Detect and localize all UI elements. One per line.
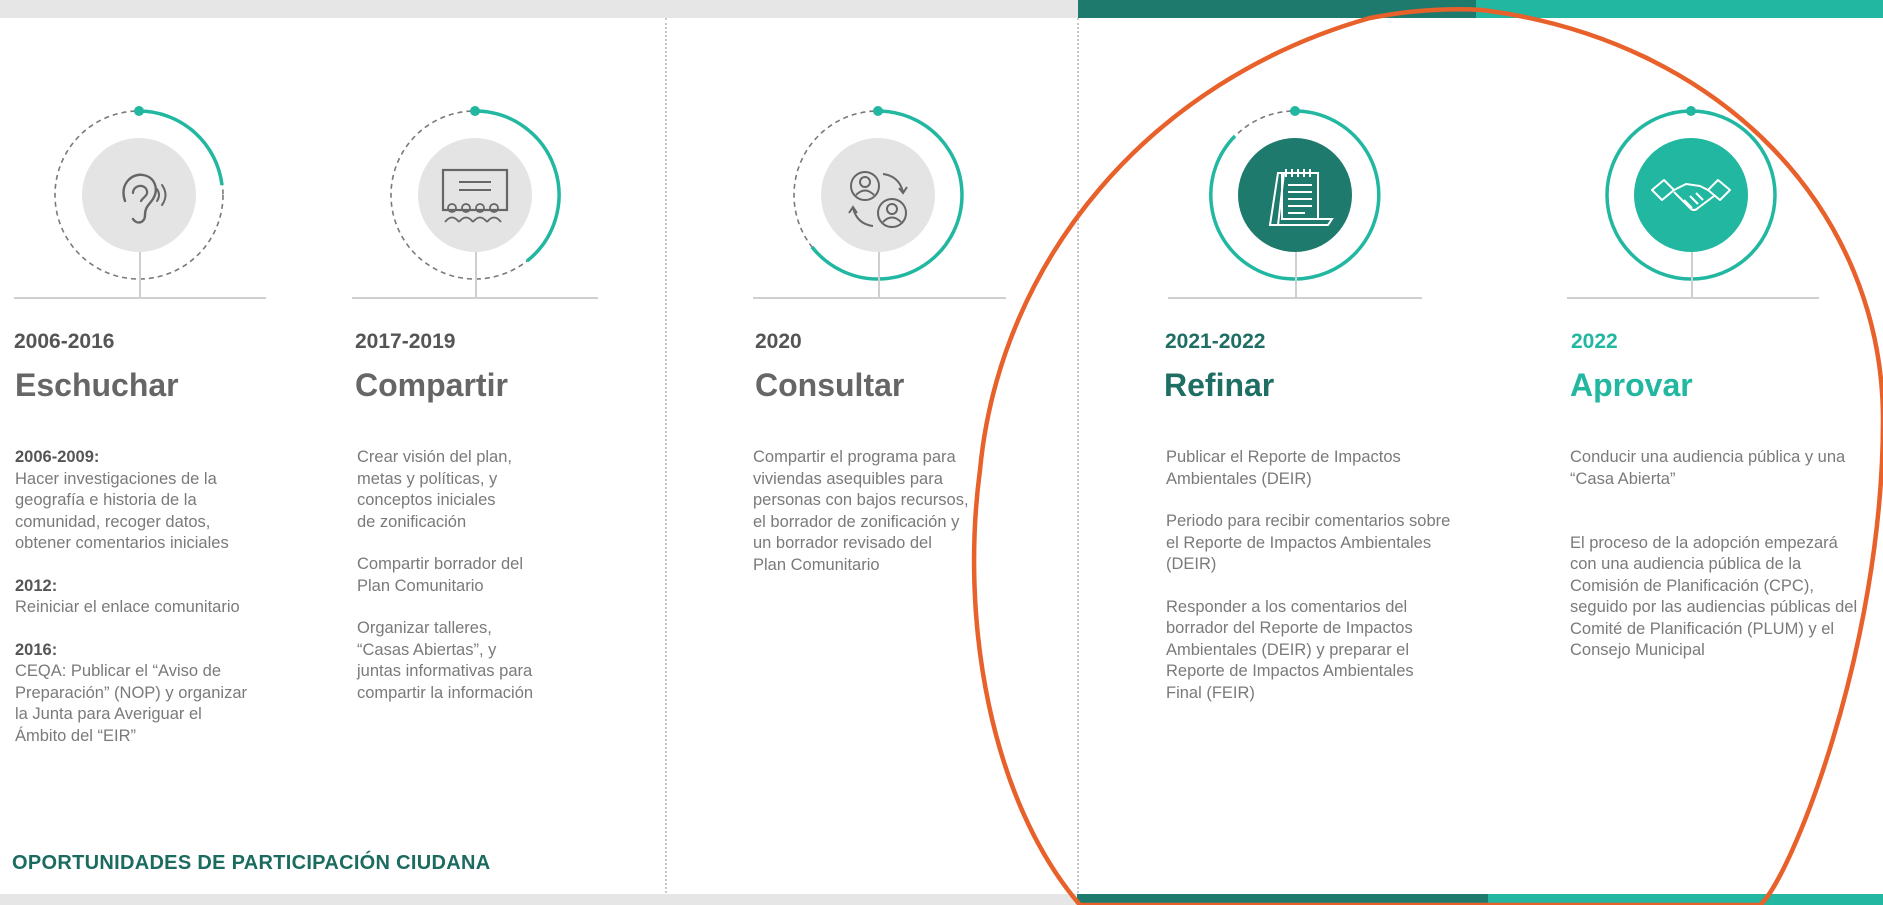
description-block: Crear visión del plan, metas y políticas… xyxy=(357,447,657,533)
bar-segment-light-teal xyxy=(1488,894,1883,905)
description-block: Responder a los comentarios del borrador… xyxy=(1166,597,1506,705)
people-exchange-icon xyxy=(848,171,908,228)
block-label: 2006-2009: xyxy=(15,448,100,466)
baseline-rule xyxy=(753,297,1006,299)
baseline-rule xyxy=(1567,297,1819,299)
block-text: Compartir borrador del Plan Comunitario xyxy=(357,555,523,595)
block-text: Reiniciar el enlace comunitario xyxy=(15,598,240,616)
bottom-progress-bar-graphic xyxy=(0,894,1883,905)
block-text: Conducir una audiencia pública y una “Ca… xyxy=(1570,448,1846,488)
block-text: Periodo para recibir comentarios sobre e… xyxy=(1166,512,1451,573)
baseline-rule xyxy=(352,297,598,299)
description-block: 2006-2009: Hacer investigaciones de la ge… xyxy=(15,447,325,555)
block-text: Hacer investigaciones de la geografía e … xyxy=(15,469,229,553)
ear-icon xyxy=(122,173,167,224)
stem-line xyxy=(139,252,141,298)
description-block: Organizar talleres, “Casas Abiertas”, y … xyxy=(357,618,657,704)
presentation-audience-icon xyxy=(441,168,509,223)
stage-years: 2021-2022 xyxy=(1165,330,1266,353)
column-divider xyxy=(1077,18,1079,893)
column-divider xyxy=(665,18,667,893)
stem-line xyxy=(1691,252,1693,298)
stage-description: Compartir el programa para viviendas ase… xyxy=(753,447,1073,597)
description-block: Compartir borrador del Plan Comunitario xyxy=(357,554,657,597)
description-block: Periodo para recibir comentarios sobre e… xyxy=(1166,511,1506,576)
stage-years: 2022 xyxy=(1571,330,1618,353)
block-text: CEQA: Publicar el “Aviso de Preparación”… xyxy=(15,662,247,745)
stem-line xyxy=(475,252,477,298)
bottom-progress-bar xyxy=(0,893,1883,905)
bar-segment-gray xyxy=(0,894,1077,905)
stage-description: Conducir una audiencia pública y una “Ca… xyxy=(1570,447,1880,683)
description-block: 2016: CEQA: Publicar el “Aviso de Prepara… xyxy=(15,640,325,748)
stage-description: Publicar el Reporte de Impactos Ambienta… xyxy=(1166,447,1506,725)
block-text: Organizar talleres, “Casas Abiertas”, y … xyxy=(357,619,534,702)
stage-description: 2006-2009: Hacer investigaciones de la ge… xyxy=(15,447,325,768)
bar-segment-dark-teal xyxy=(1078,0,1476,18)
block-text: Crear visión del plan, metas y políticas… xyxy=(357,448,512,531)
bar-segment-gray xyxy=(0,0,1078,18)
description-block: Compartir el programa para viviendas ase… xyxy=(753,447,1073,576)
stage-title: Compartir xyxy=(355,367,508,403)
description-block: Publicar el Reporte de Impactos Ambienta… xyxy=(1166,447,1506,490)
stage-title: Consultar xyxy=(755,367,905,403)
block-text: El proceso de la adopción empezará con u… xyxy=(1570,533,1858,660)
stage-title: Eschuchar xyxy=(15,367,179,403)
stage-title: Refinar xyxy=(1164,367,1275,403)
top-progress-bar xyxy=(0,0,1883,18)
stage-title: Aprovar xyxy=(1570,367,1693,403)
baseline-rule xyxy=(14,297,266,299)
document-notepad-icon xyxy=(1268,169,1334,226)
stage-years: 2006-2016 xyxy=(14,330,115,353)
top-progress-bar-graphic xyxy=(0,0,1883,18)
description-block: El proceso de la adopción empezará con u… xyxy=(1570,511,1880,662)
handshake-icon xyxy=(1651,179,1731,211)
block-label: 2012: xyxy=(15,576,58,595)
stage-years: 2020 xyxy=(755,330,802,353)
block-text: Responder a los comentarios del borrador… xyxy=(1166,597,1414,702)
bar-segment-light-teal xyxy=(1476,0,1883,18)
stem-line xyxy=(878,252,880,298)
bar-segment-dark-teal xyxy=(1077,894,1488,905)
block-text: Publicar el Reporte de Impactos Ambienta… xyxy=(1166,448,1401,488)
description-block: Conducir una audiencia pública y una “Ca… xyxy=(1570,447,1880,490)
footer-title: OPORTUNIDADES DE PARTICIPACIÓN CIUDANA xyxy=(12,852,491,874)
stem-line xyxy=(1295,252,1297,298)
block-text: Compartir el programa para viviendas ase… xyxy=(753,448,969,574)
baseline-rule xyxy=(1168,297,1422,299)
stage-years: 2017-2019 xyxy=(355,330,456,353)
block-label: 2016: xyxy=(15,640,58,659)
description-block: 2012: Reiniciar el enlace comunitario xyxy=(15,576,325,619)
stage-description: Crear visión del plan, metas y políticas… xyxy=(357,447,657,725)
